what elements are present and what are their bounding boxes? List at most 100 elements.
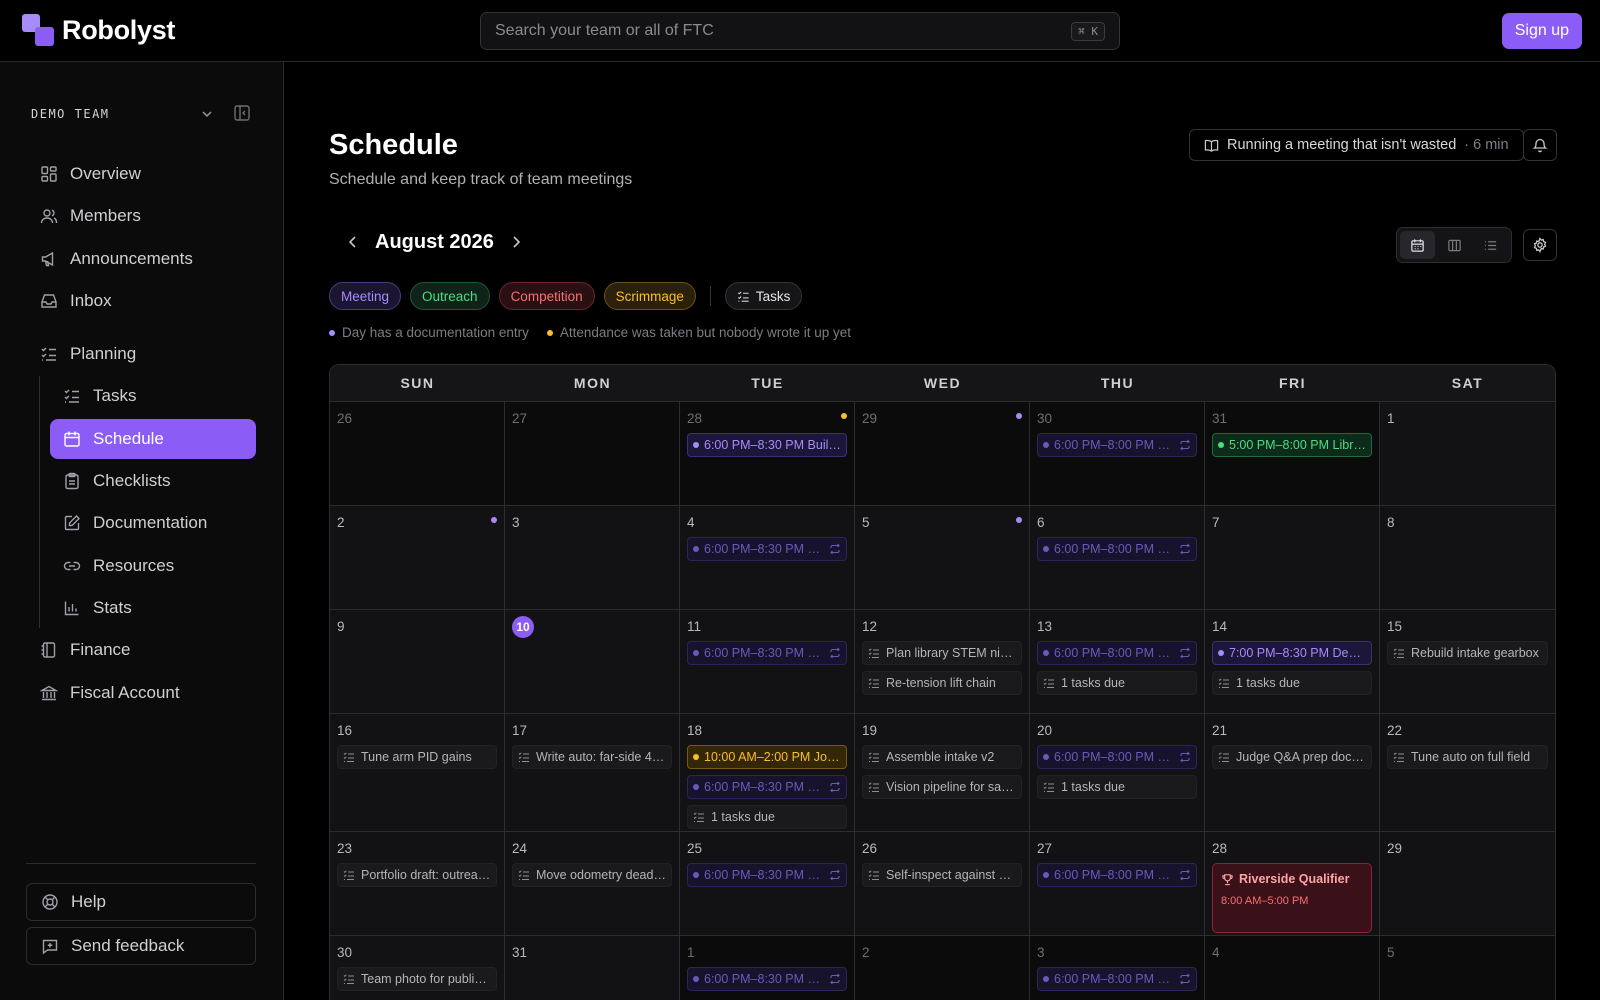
calendar-day-cell[interactable]: 26 Self-inspect against sizing box: [855, 832, 1030, 935]
meeting-event[interactable]: 6:00 PM–8:00 PM Software session: [1037, 745, 1197, 769]
competition-event[interactable]: Riverside Qualifier 8:00 AM–5:00 PM: [1212, 863, 1372, 933]
task-item[interactable]: 1 tasks due: [1212, 671, 1372, 695]
chevron-down-icon[interactable]: [199, 106, 215, 122]
calendar-day-cell[interactable]: 21 Judge Q&A prep document: [1205, 714, 1380, 831]
list-view-button[interactable]: [1473, 231, 1508, 259]
calendar-day-cell[interactable]: 5: [1380, 936, 1555, 1000]
help-button[interactable]: Help: [26, 883, 256, 921]
calendar-day-cell[interactable]: 4 6:00 PM–8:30 PM Build session: [680, 506, 855, 609]
task-item[interactable]: Write auto: far-side 4 sample: [512, 745, 672, 769]
task-item[interactable]: Self-inspect against sizing box: [862, 863, 1022, 887]
calendar-day-cell[interactable]: 5: [855, 506, 1030, 609]
calendar-day-cell[interactable]: 29: [1380, 832, 1555, 935]
calendar-settings-button[interactable]: [1523, 229, 1557, 261]
calendar-day-cell[interactable]: 31: [505, 936, 680, 1000]
calendar-day-cell[interactable]: 28 Riverside Qualifier 8:00 AM–5:00 PM: [1205, 832, 1380, 935]
calendar-day-cell[interactable]: 7: [1205, 506, 1380, 609]
calendar-day-cell[interactable]: 2: [330, 506, 505, 609]
collapse-sidebar-icon[interactable]: [233, 104, 251, 122]
calendar-day-cell[interactable]: 10: [505, 610, 680, 713]
sidebar-item-checklists[interactable]: Checklists: [50, 461, 256, 501]
task-item[interactable]: Move odometry dead wheels: [512, 863, 672, 887]
filter-meeting[interactable]: Meeting: [329, 282, 402, 310]
calendar-day-cell[interactable]: 12 Plan library STEM night Re-tension lift…: [855, 610, 1030, 713]
sidebar-item-overview[interactable]: Overview: [26, 154, 256, 194]
task-item[interactable]: 1 tasks due: [1037, 775, 1197, 799]
month-view-button[interactable]: [1400, 231, 1435, 259]
scrimmage-event[interactable]: 10:00 AM–2:00 PM Joint scrimmage: [687, 745, 847, 769]
task-item[interactable]: Rebuild intake gearbox: [1387, 641, 1548, 665]
calendar-day-cell[interactable]: 206:00 PM–8:00 PM Software session 1 task…: [1030, 714, 1205, 831]
calendar-day-cell[interactable]: 147:00 PM–8:30 PM Design review 1 tasks d…: [1205, 610, 1380, 713]
chevron-left-icon[interactable]: [345, 234, 361, 250]
sidebar-item-resources[interactable]: Resources: [50, 546, 256, 586]
task-item[interactable]: Plan library STEM night: [862, 641, 1022, 665]
meeting-event[interactable]: 6:00 PM–8:00 PM Software session: [1037, 537, 1197, 561]
calendar-day-cell[interactable]: 30 Team photo for public portfolio: [330, 936, 505, 1000]
calendar-day-cell[interactable]: 27: [505, 402, 680, 505]
task-item[interactable]: Tune arm PID gains: [337, 745, 497, 769]
team-switcher[interactable]: DEMO TEAM: [31, 102, 253, 126]
sidebar-item-documentation[interactable]: Documentation: [50, 503, 256, 543]
calendar-day-cell[interactable]: 3: [505, 506, 680, 609]
task-item[interactable]: 1 tasks due: [1037, 671, 1197, 695]
notifications-button[interactable]: [1523, 129, 1557, 161]
calendar-day-cell[interactable]: 276:00 PM–8:00 PM Software session: [1030, 832, 1205, 935]
filter-outreach[interactable]: Outreach: [410, 282, 490, 310]
sign-up-button[interactable]: Sign up: [1501, 13, 1582, 49]
calendar-day-cell[interactable]: 3 6:00 PM–8:00 PM Software session: [1030, 936, 1205, 1000]
calendar-day-cell[interactable]: 9: [330, 610, 505, 713]
sidebar-item-tasks[interactable]: Tasks: [50, 376, 256, 416]
task-item[interactable]: Judge Q&A prep document: [1212, 745, 1372, 769]
meeting-event[interactable]: 6:00 PM–8:30 PM Build session: [687, 863, 847, 887]
task-item[interactable]: Team photo for public portfolio: [337, 967, 497, 991]
filter-scrimmage[interactable]: Scrimmage: [603, 282, 696, 310]
sidebar-item-inbox[interactable]: Inbox: [26, 281, 256, 321]
task-item[interactable]: Assemble intake v2: [862, 745, 1022, 769]
sidebar-item-fiscal-account[interactable]: Fiscal Account: [26, 673, 256, 713]
calendar-day-cell[interactable]: 19 Assemble intake v2 Vision pipeline for …: [855, 714, 1030, 831]
sidebar-item-planning[interactable]: Planning: [26, 334, 256, 374]
calendar-day-cell[interactable]: 2: [855, 936, 1030, 1000]
sidebar-item-finance[interactable]: Finance: [26, 630, 256, 670]
meeting-event[interactable]: 6:00 PM–8:00 PM Software session: [1037, 641, 1197, 665]
search-input[interactable]: Search your team or all of FTC ⌘ K: [480, 12, 1120, 50]
calendar-day-cell[interactable]: 22 Tune auto on full field: [1380, 714, 1555, 831]
task-item[interactable]: Portfolio draft: outreach section: [337, 863, 497, 887]
calendar-day-cell[interactable]: 1: [1380, 402, 1555, 505]
calendar-day-cell[interactable]: 26: [330, 402, 505, 505]
guide-link-button[interactable]: Running a meeting that isn't wasted · 6 …: [1189, 129, 1524, 161]
calendar-day-cell[interactable]: 286:00 PM–8:30 PM Build session: [680, 402, 855, 505]
task-item[interactable]: Re-tension lift chain: [862, 671, 1022, 695]
week-view-button[interactable]: [1437, 231, 1472, 259]
calendar-day-cell[interactable]: 15 Rebuild intake gearbox: [1380, 610, 1555, 713]
logo[interactable]: Robolyst: [22, 14, 175, 46]
calendar-day-cell[interactable]: 6 6:00 PM–8:00 PM Software session: [1030, 506, 1205, 609]
calendar-day-cell[interactable]: 17 Write auto: far-side 4 sample: [505, 714, 680, 831]
calendar-day-cell[interactable]: 1810:00 AM–2:00 PM Joint scrimmage 6:00 P…: [680, 714, 855, 831]
meeting-event[interactable]: 7:00 PM–8:30 PM Design review: [1212, 641, 1372, 665]
sidebar-item-members[interactable]: Members: [26, 196, 256, 236]
calendar-day-cell[interactable]: 24 Move odometry dead wheels: [505, 832, 680, 935]
filter-competition[interactable]: Competition: [498, 282, 595, 310]
outreach-event[interactable]: 5:00 PM–8:00 PM Library STEM night: [1212, 433, 1372, 457]
meeting-event[interactable]: 6:00 PM–8:30 PM Build session: [687, 967, 847, 991]
meeting-event[interactable]: 6:00 PM–8:00 PM Software session: [1037, 863, 1197, 887]
send-feedback-button[interactable]: Send feedback: [26, 927, 256, 965]
calendar-day-cell[interactable]: 1 6:00 PM–8:30 PM Build session: [680, 936, 855, 1000]
task-item[interactable]: Vision pipeline for sample detection: [862, 775, 1022, 799]
sidebar-item-schedule[interactable]: Schedule: [50, 418, 256, 459]
calendar-day-cell[interactable]: 8: [1380, 506, 1555, 609]
calendar-day-cell[interactable]: 23 Portfolio draft: outreach section: [330, 832, 505, 935]
task-item[interactable]: 1 tasks due: [687, 805, 847, 829]
meeting-event[interactable]: 6:00 PM–8:30 PM Build session: [687, 537, 847, 561]
sidebar-item-announcements[interactable]: Announcements: [26, 239, 256, 279]
sidebar-item-stats[interactable]: Stats: [50, 588, 256, 628]
calendar-day-cell[interactable]: 116:00 PM–8:30 PM Build session: [680, 610, 855, 713]
meeting-event[interactable]: 6:00 PM–8:30 PM Build session: [687, 641, 847, 665]
calendar-day-cell[interactable]: 136:00 PM–8:00 PM Software session 1 task…: [1030, 610, 1205, 713]
meeting-event[interactable]: 6:00 PM–8:30 PM Build session: [687, 433, 847, 457]
meeting-event[interactable]: 6:00 PM–8:00 PM Software session: [1037, 433, 1197, 457]
filter-tasks[interactable]: Tasks: [724, 282, 803, 310]
calendar-day-cell[interactable]: 256:00 PM–8:30 PM Build session: [680, 832, 855, 935]
